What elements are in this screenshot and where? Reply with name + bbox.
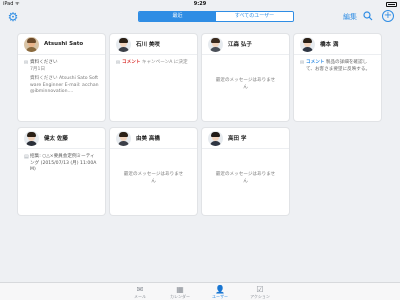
action-icon: ☑ [256,285,264,294]
avatar [24,130,39,146]
tab-label: アクション [250,294,270,299]
tab-label: メール [134,294,146,299]
user-icon: 👤 [215,285,225,294]
empty-message: 最近のメッセージはありません [215,172,276,184]
contact-card[interactable]: 由美 高橋 最近のメッセージはありません [110,128,197,215]
gear-icon[interactable]: ⚙ [6,10,20,24]
segment-recent[interactable]: 最近 [139,12,216,21]
contact-card[interactable]: 石川 美咲 ✉ コメント キャンペーンA に決定 [110,34,197,121]
contact-name: 江森 弘子 [228,42,252,48]
comment-text: キャンペーンA に決定 [141,60,188,65]
contact-name: 由美 高橋 [136,136,160,142]
contact-card[interactable]: Atsushi Sato ✉ 資料ください 7月1日 資料ください Atsushi… [18,34,105,121]
mail-icon: ✉ [136,285,144,294]
avatar [208,36,223,52]
contact-card[interactable]: 健太 佐藤 ▤ 招集: ○△×要員会定例ミーティング (2015/07/13 (月… [18,128,105,215]
avatar [24,36,39,52]
avatar [300,36,315,52]
avatar [116,130,131,146]
mail-date: 7月1日 [30,66,46,72]
mail-preview: 資料ください Atsushi Sato Software Enginner E-… [30,76,99,95]
contact-card[interactable]: 高田 学 最近のメッセージはありません [202,128,289,215]
tab-mail[interactable]: ✉ メール [120,283,160,300]
tab-calendar[interactable]: ▦ カレンダー [160,283,200,300]
clock: 9:29 [193,1,207,7]
calendar-icon: ▦ [176,285,184,294]
contact-card[interactable]: 江森 弘子 最近のメッセージはありません [202,34,289,121]
empty-message: 最近のメッセージはありません [123,172,184,184]
tab-label: カレンダー [170,294,190,299]
status-bar: iPad ᯤ 9:29 [0,0,400,8]
comment-badge: コメント [306,60,325,65]
tab-bar: ✉ メール ▦ カレンダー 👤 ユーザー ☑ アクション [0,282,400,300]
contact-name: 石川 美咲 [136,42,160,48]
contact-name: 高田 学 [228,136,247,142]
contact-name: Atsushi Sato [44,41,84,47]
segment-all-users[interactable]: すべてのユーザー [216,12,293,21]
contact-card[interactable]: 橋本 満 ✉ コメント 製品の詳細を確認して、お客さま要望に反映する。 [294,34,381,121]
tab-actions[interactable]: ☑ アクション [240,283,280,300]
search-icon[interactable] [363,11,373,21]
avatar [208,130,223,146]
contact-name: 健太 佐藤 [44,136,68,142]
mail-subject: 資料ください [30,60,58,65]
avatar [116,36,131,52]
plus-icon[interactable]: + [382,10,394,22]
edit-button[interactable]: 編集 [343,12,357,22]
comment-badge: コメント [122,60,141,65]
navigation-bar: ⚙ 最近 すべてのユーザー 編集 + [0,8,400,26]
event-text: 招集: ○△×要員会定例ミーティング (2015/07/13 (月) 11:00… [30,154,97,173]
tab-users[interactable]: 👤 ユーザー [200,283,240,300]
contact-name: 橋本 満 [320,42,339,48]
empty-message: 最近のメッセージはありません [215,78,276,90]
battery-icon [386,2,397,7]
tab-label: ユーザー [212,294,228,299]
segmented-control: 最近 すべてのユーザー [138,11,294,22]
